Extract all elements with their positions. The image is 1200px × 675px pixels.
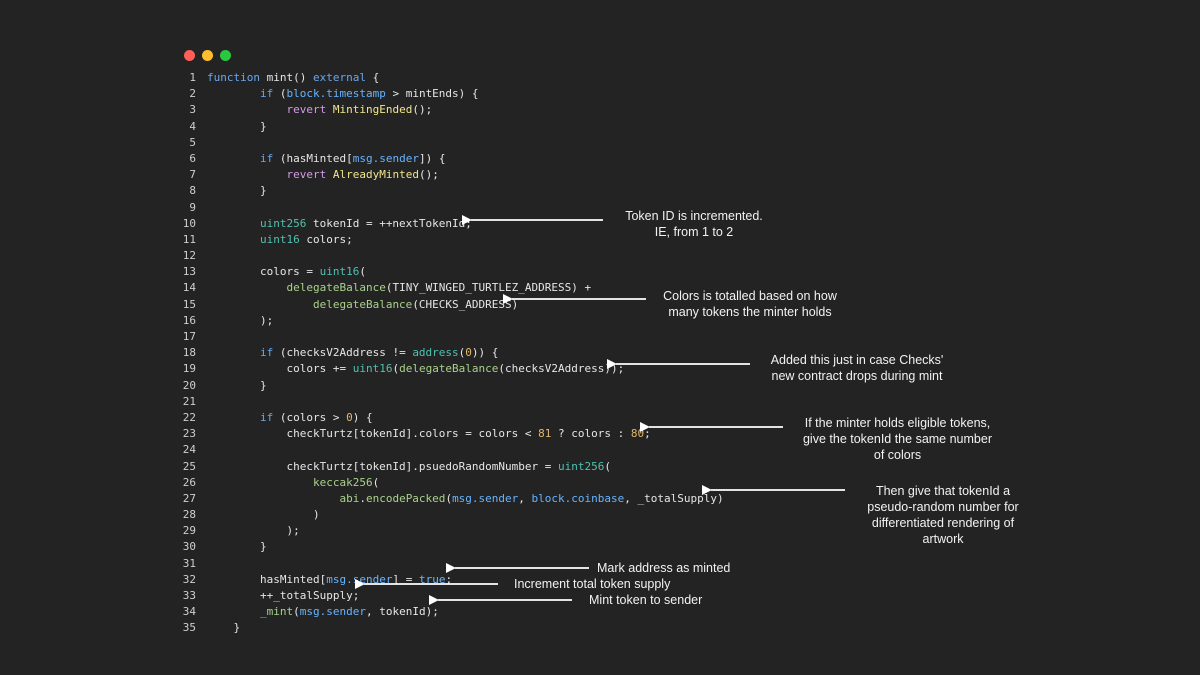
annotation-token-id: Token ID is incremented. IE, from 1 to 2 (625, 209, 763, 239)
annotation-eligible: If the minter holds eligible tokens, giv… (802, 416, 992, 462)
annotation-checks-v2: Added this just in case Checks' new cont… (770, 353, 944, 383)
annotation-mint-token: Mint token to sender (589, 593, 703, 607)
annotation-increment-supply: Increment total token supply (514, 577, 671, 591)
annotation-pseudo-random: Then give that tokenId a pseudo-random n… (867, 484, 1019, 546)
annotation-colors-total: Colors is totalled based on how many tok… (663, 289, 837, 319)
annotation-mark-minted: Mark address as minted (597, 561, 731, 575)
